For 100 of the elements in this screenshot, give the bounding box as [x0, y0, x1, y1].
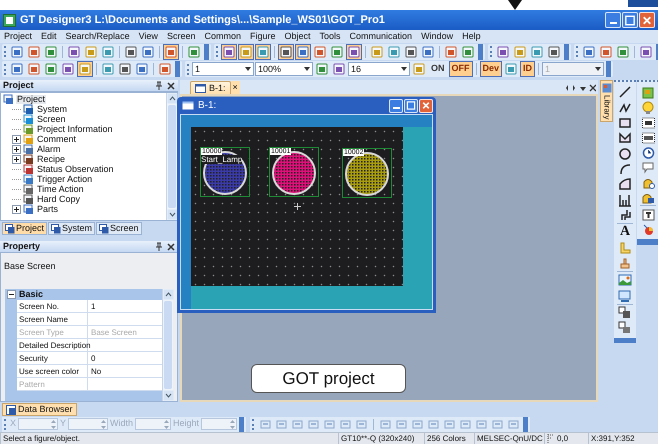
toolbar-button[interactable]: [427, 418, 440, 430]
text-tool-button[interactable]: A: [616, 225, 634, 240]
scrollbar[interactable]: [162, 289, 173, 401]
grip-handle[interactable]: [4, 64, 6, 74]
toolbar-button[interactable]: [100, 44, 116, 60]
toolbar-button[interactable]: [638, 44, 654, 60]
toolbar-button[interactable]: [134, 61, 150, 77]
toolbar-button[interactable]: [100, 61, 116, 77]
toolbar-button[interactable]: [77, 61, 93, 77]
toolbar-button[interactable]: [546, 44, 562, 60]
toolbar-button[interactable]: Dev: [480, 61, 502, 77]
toolbar-button[interactable]: [459, 418, 472, 430]
grip-handle[interactable]: [252, 418, 254, 430]
toolbar-button[interactable]: [140, 44, 156, 60]
tree-item[interactable]: Hard Copy: [36, 194, 82, 204]
toolbar-button[interactable]: [495, 44, 511, 60]
grip-handle[interactable]: [187, 64, 189, 74]
spin-field[interactable]: [201, 418, 238, 430]
toolbar-button[interactable]: [460, 44, 476, 60]
grip-handle[interactable]: [4, 418, 6, 430]
toolbar-options-button[interactable]: [478, 44, 483, 60]
toolbar-button[interactable]: [443, 44, 459, 60]
toolbar-options-button[interactable]: [606, 61, 612, 77]
editor-tab[interactable]: B-1:: [190, 81, 231, 94]
tree-item[interactable]: Trigger Action: [36, 174, 94, 184]
toolbar-button[interactable]: [221, 44, 237, 60]
menu-item[interactable]: Figure: [250, 32, 276, 41]
toolbar-button[interactable]: [43, 44, 59, 60]
toolbar-button[interactable]: [295, 44, 311, 60]
toolbar-button[interactable]: [411, 418, 424, 430]
toolbar-options-button[interactable]: [239, 416, 244, 432]
toolbar-button[interactable]: [9, 61, 25, 77]
tree-item[interactable]: Project Information: [36, 124, 114, 134]
tree-item[interactable]: Screen: [36, 114, 67, 124]
menu-item[interactable]: Help: [462, 32, 481, 41]
grip-handle[interactable]: [4, 46, 6, 57]
panel-tab[interactable]: Project: [2, 222, 48, 235]
grip-handle[interactable]: [576, 46, 578, 57]
menu-item[interactable]: Communication: [350, 32, 412, 41]
toolbar-button[interactable]: [503, 61, 520, 77]
toolbar-button[interactable]: [9, 44, 25, 60]
tree-item[interactable]: System: [36, 104, 68, 114]
dropdown[interactable]: 100%: [255, 62, 313, 76]
toolbar-button[interactable]: [278, 44, 294, 60]
toolbar-button[interactable]: [329, 44, 345, 60]
scrollbar[interactable]: [166, 93, 177, 220]
tab-close-button[interactable]: ×: [230, 81, 240, 94]
toolbar-options-button[interactable]: [204, 44, 209, 60]
toolbar-button[interactable]: [60, 61, 76, 77]
spin-field[interactable]: [135, 418, 172, 430]
toolbar-options-button[interactable]: [523, 416, 528, 432]
toolbar-button[interactable]: [386, 44, 402, 60]
toolbar-button[interactable]: [475, 418, 488, 430]
toolbar-button[interactable]: [26, 44, 42, 60]
grip-handle[interactable]: [216, 46, 218, 57]
toolbar-button[interactable]: [346, 44, 362, 60]
tree-item[interactable]: Comment: [36, 134, 78, 144]
menu-item[interactable]: Common: [204, 32, 241, 41]
toolbar-button[interactable]: [307, 418, 320, 430]
dropdown[interactable]: 1: [192, 62, 254, 76]
menu-item[interactable]: Project: [4, 32, 32, 41]
tool-button[interactable]: [616, 192, 634, 207]
toolbar-button[interactable]: [339, 418, 352, 430]
toolbar-button[interactable]: [529, 44, 545, 60]
tree-item[interactable]: Project: [16, 94, 46, 104]
tree-item[interactable]: Time Action: [36, 184, 85, 194]
tree-item[interactable]: Recipe: [36, 154, 66, 164]
toolbar-button[interactable]: [507, 418, 520, 430]
menu-item[interactable]: Edit: [41, 32, 57, 41]
menu-item[interactable]: Window: [421, 32, 454, 41]
toolbar-button[interactable]: [26, 61, 42, 77]
close-button[interactable]: [419, 98, 433, 112]
minimize-button[interactable]: [389, 98, 403, 112]
toolbar-button[interactable]: [43, 61, 59, 77]
menu-item[interactable]: Object: [284, 32, 311, 41]
tree-item[interactable]: Parts: [36, 204, 60, 214]
menu-item[interactable]: Screen: [166, 32, 196, 41]
toolbar-button[interactable]: [355, 418, 368, 430]
toolbar-button[interactable]: [259, 418, 272, 430]
maximize-button[interactable]: [404, 98, 418, 112]
spin-field[interactable]: [68, 418, 108, 430]
toolbar-button[interactable]: [581, 44, 597, 60]
toolbar-button[interactable]: [395, 418, 408, 430]
toolbar-button[interactable]: [379, 418, 392, 430]
grip-handle[interactable]: [490, 46, 492, 57]
tree-item[interactable]: Status Observation: [36, 164, 115, 174]
maximize-button[interactable]: [622, 12, 638, 28]
scrollbar-thumb[interactable]: [164, 301, 172, 389]
menu-item[interactable]: Tools: [320, 32, 341, 41]
toolbar-button[interactable]: [238, 44, 254, 60]
toolbar-button[interactable]: ID: [520, 61, 536, 77]
toolbar-button[interactable]: [117, 61, 133, 77]
toolbar-button[interactable]: [420, 44, 436, 60]
spin-field[interactable]: [18, 418, 58, 430]
toolbar-button[interactable]: [291, 418, 304, 430]
toolbar-button[interactable]: OFF: [448, 61, 472, 77]
toolbar-button[interactable]: [275, 418, 288, 430]
menu-item[interactable]: Search/Replace: [66, 32, 130, 41]
toolbar-button[interactable]: [255, 44, 271, 60]
toolbar-button[interactable]: [314, 61, 330, 77]
